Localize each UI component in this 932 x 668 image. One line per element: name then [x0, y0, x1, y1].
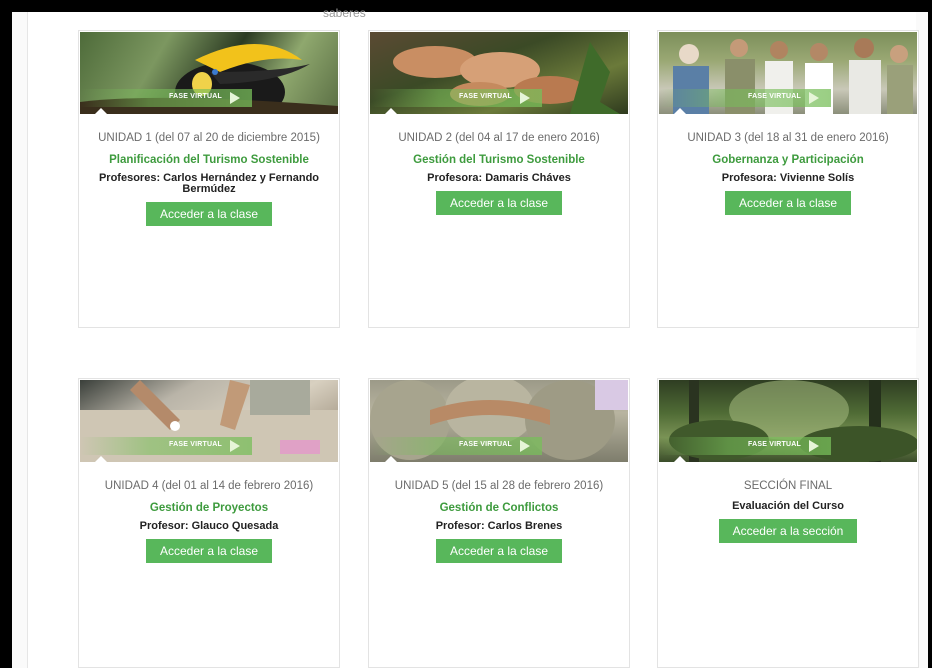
course-title: Planificación del Turismo Sostenible [109, 154, 309, 166]
window-frame-right [928, 0, 932, 668]
course-title: Gestión de Conflictos [439, 502, 559, 514]
clipped-heading-text: saberes [323, 6, 366, 20]
course-card-unit-3: FASE VIRTUAL UNIDAD 3 (del 18 al 31 de e… [657, 30, 919, 328]
team-huddle-banner-image[interactable]: FASE VIRTUAL [370, 380, 628, 462]
card-body: UNIDAD 1 (del 07 al 20 de diciembre 2015… [79, 114, 339, 226]
section-label: SECCIÓN FINAL [743, 480, 833, 492]
fase-virtual-badge[interactable]: FASE VIRTUAL [370, 89, 542, 107]
teacher-name: Profesora: Damaris Cháves [427, 172, 571, 184]
fase-virtual-badge[interactable]: FASE VIRTUAL [80, 437, 252, 455]
course-title: Gobernanza y Participación [712, 154, 864, 166]
fase-virtual-badge[interactable]: FASE VIRTUAL [659, 89, 831, 107]
unit-dates: UNIDAD 2 (del 04 al 17 de enero 2016) [398, 132, 600, 144]
section-title: Evaluación del Curso [732, 500, 844, 512]
card-body: UNIDAD 2 (del 04 al 17 de enero 2016) Ge… [369, 114, 629, 215]
unit-dates: UNIDAD 1 (del 07 al 20 de diciembre 2015… [98, 132, 320, 144]
course-card-unit-1: FASE VIRTUAL UNIDAD 1 (del 07 al 20 de d… [78, 30, 340, 328]
teacher-name: Profesor: Carlos Brenes [435, 520, 563, 532]
fase-virtual-label: FASE VIRTUAL [748, 441, 801, 448]
window-frame-top [0, 0, 932, 12]
fase-virtual-label: FASE VIRTUAL [748, 93, 801, 100]
fase-virtual-label: FASE VIRTUAL [169, 93, 222, 100]
unit-dates: UNIDAD 3 (del 18 al 31 de enero 2016) [687, 132, 889, 144]
group-photo-banner-image[interactable]: FASE VIRTUAL [659, 32, 917, 114]
course-card-unit-2: FASE VIRTUAL UNIDAD 2 (del 04 al 17 de e… [368, 30, 630, 328]
course-title: Gestión de Proyectos [149, 502, 269, 514]
course-card-unit-5: FASE VIRTUAL UNIDAD 5 (del 15 al 28 de f… [368, 378, 630, 668]
fase-virtual-badge[interactable]: FASE VIRTUAL [80, 89, 252, 107]
play-icon [809, 440, 819, 452]
fase-virtual-badge[interactable]: FASE VIRTUAL [659, 437, 831, 455]
access-class-button[interactable]: Acceder a la clase [145, 202, 273, 226]
access-class-button[interactable]: Acceder a la clase [435, 191, 563, 215]
access-section-button[interactable]: Acceder a la sección [718, 519, 858, 543]
teacher-name: Profesora: Vivienne Solís [721, 172, 855, 184]
planning-table-banner-image[interactable]: FASE VIRTUAL [80, 380, 338, 462]
unit-dates: UNIDAD 4 (del 01 al 14 de febrero 2016) [104, 480, 314, 492]
play-icon [520, 440, 530, 452]
play-icon [520, 92, 530, 104]
mushroom-banner-image[interactable]: FASE VIRTUAL [370, 32, 628, 114]
play-icon [809, 92, 819, 104]
play-icon [230, 440, 240, 452]
forest-banner-image[interactable]: FASE VIRTUAL [659, 380, 917, 462]
course-title: Gestión del Turismo Sostenible [413, 154, 585, 166]
fase-virtual-label: FASE VIRTUAL [459, 441, 512, 448]
access-class-button[interactable]: Acceder a la clase [435, 539, 563, 563]
teacher-name: Profesores: Carlos Hernández y Fernando … [98, 172, 320, 195]
course-card-final-section: FASE VIRTUAL SECCIÓN FINAL Evaluación de… [657, 378, 919, 668]
fase-virtual-label: FASE VIRTUAL [169, 441, 222, 448]
card-body: SECCIÓN FINAL Evaluación del Curso Acced… [658, 462, 918, 543]
play-icon [230, 92, 240, 104]
access-class-button[interactable]: Acceder a la clase [145, 539, 273, 563]
page-gutter-left [12, 12, 28, 668]
card-body: UNIDAD 4 (del 01 al 14 de febrero 2016) … [79, 462, 339, 563]
course-card-unit-4: FASE VIRTUAL UNIDAD 4 (del 01 al 14 de f… [78, 378, 340, 668]
teacher-name: Profesor: Glauco Quesada [139, 520, 279, 532]
card-body: UNIDAD 3 (del 18 al 31 de enero 2016) Go… [658, 114, 918, 215]
unit-dates: UNIDAD 5 (del 15 al 28 de febrero 2016) [394, 480, 604, 492]
card-body: UNIDAD 5 (del 15 al 28 de febrero 2016) … [369, 462, 629, 563]
fase-virtual-badge[interactable]: FASE VIRTUAL [370, 437, 542, 455]
access-class-button[interactable]: Acceder a la clase [724, 191, 852, 215]
window-frame-left [0, 0, 12, 668]
toucan-banner-image[interactable]: FASE VIRTUAL [80, 32, 338, 114]
fase-virtual-label: FASE VIRTUAL [459, 93, 512, 100]
